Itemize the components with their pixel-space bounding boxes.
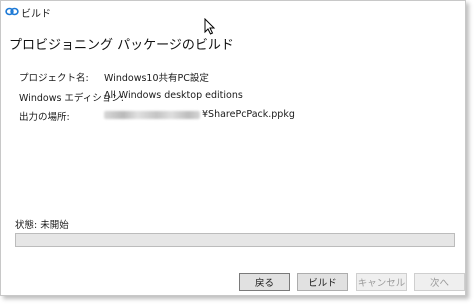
back-button[interactable]: 戻る (239, 273, 290, 291)
mouse-pointer-icon (204, 18, 216, 35)
redacted-path (104, 111, 200, 119)
status-row: 状態: 未開始 (15, 217, 69, 231)
status-value: 未開始 (40, 220, 69, 231)
next-button[interactable]: 次へ (414, 273, 465, 291)
build-button[interactable]: ビルド (297, 273, 348, 291)
cancel-button[interactable]: キャンセル (356, 273, 407, 291)
progress-bar (15, 233, 455, 247)
project-name-label: プロジェクト名: (19, 73, 89, 84)
infinity-link-icon (5, 7, 19, 16)
project-name-value: Windows10共有PC設定 (104, 73, 209, 84)
output-location-label: 出力の場所: (19, 112, 70, 123)
status-label: 状態: (15, 220, 38, 231)
title-bar[interactable]: ビルド (1, 1, 465, 23)
page-title: プロビジョニング パッケージのビルド (9, 38, 234, 53)
windows-edition-value: All Windows desktop editions (104, 90, 243, 101)
build-dialog-window: ビルド プロビジョニング パッケージのビルド プロジェクト名: Windows1… (0, 0, 466, 296)
window-title: ビルド (21, 9, 51, 20)
output-location-value: ¥SharePcPack.ppkg (202, 109, 295, 120)
